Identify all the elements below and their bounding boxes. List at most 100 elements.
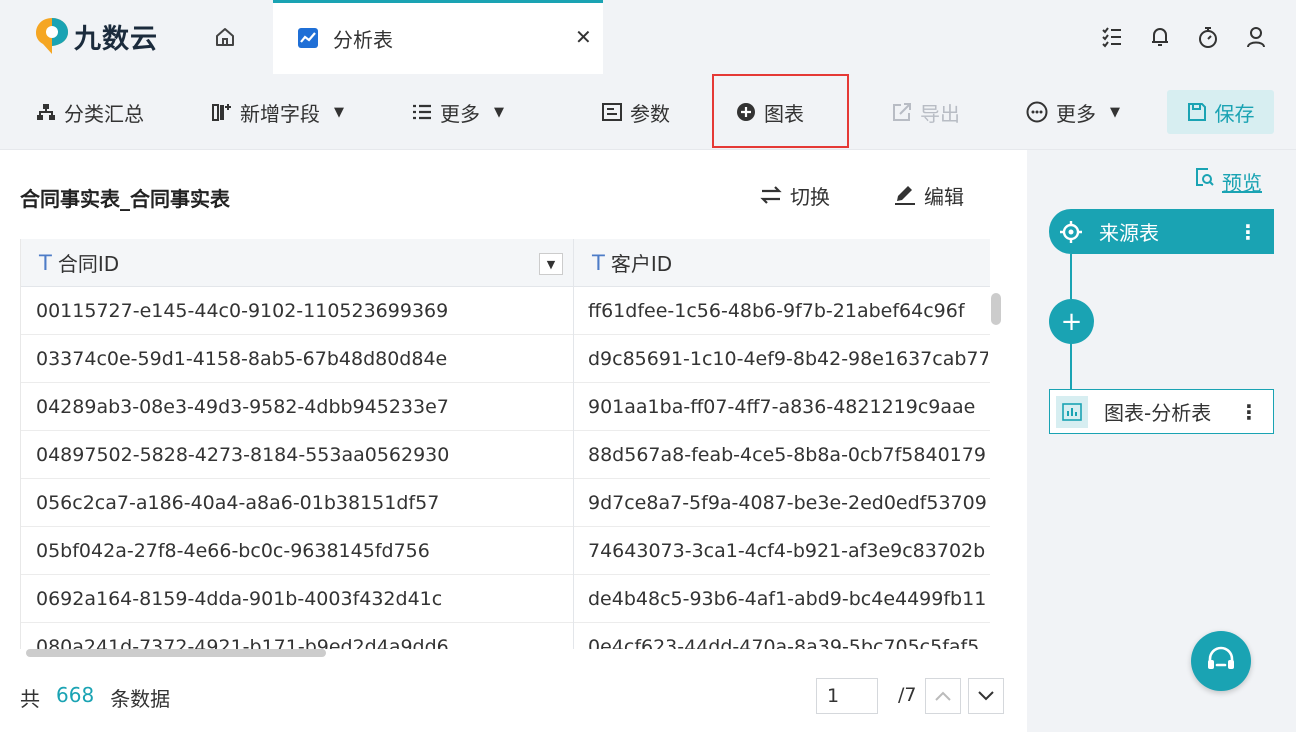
cell-contract-id: 04897502-5828-4273-8184-553aa0562930: [36, 444, 450, 466]
chevron-down-icon: ▼: [494, 104, 504, 120]
preview-link[interactable]: 预览: [1194, 167, 1262, 196]
export-label: 导出: [920, 101, 960, 126]
add-field-button[interactable]: 新增字段 ▼: [212, 74, 344, 150]
table-row[interactable]: 080a241d-7372-4921-b171-b9ed2d4a9dd6 0e4c…: [21, 623, 990, 649]
table-row[interactable]: 03374c0e-59d1-4158-8ab5-67b48d80d84e d9c8…: [21, 335, 990, 383]
params-label: 参数: [630, 101, 670, 126]
switch-button[interactable]: 切换: [760, 180, 830, 210]
tab-analysis[interactable]: 分析表 ✕: [273, 0, 603, 74]
edit-button[interactable]: 编辑: [894, 180, 964, 210]
add-field-label: 新增字段: [240, 101, 320, 126]
add-column-icon: [212, 104, 231, 121]
chevron-down-icon: ▼: [1110, 104, 1120, 120]
cell-customer-id: d9c85691-1c10-4ef9-8b42-98e1637cab77: [588, 348, 988, 370]
preview-icon: [1196, 168, 1214, 186]
headset-icon: [1208, 646, 1234, 669]
export-icon: [893, 103, 911, 121]
page-down-button[interactable]: [968, 678, 1004, 714]
chevron-down-icon: ▼: [334, 104, 344, 120]
source-table-node[interactable]: 来源表 ⋮: [1049, 209, 1274, 254]
user-icon[interactable]: [1241, 22, 1271, 52]
record-count: 共 668 条数据: [20, 683, 170, 712]
table-title: 合同事实表_合同事实表: [20, 187, 230, 211]
cell-customer-id: 901aa1ba-ff07-4ff7-a836-4821219c9aae: [588, 396, 976, 418]
column-dropdown-button[interactable]: ▼: [539, 253, 563, 275]
toolbar: 分类汇总 新增字段 ▼ 更多 ▼ 参数 图表 导出 更多 ▼ 保存: [0, 74, 1296, 150]
close-icon[interactable]: ✕: [575, 25, 592, 49]
brand-name: 九数云: [74, 23, 158, 55]
column-header-label: 客户ID: [610, 252, 673, 276]
bar-chart-icon: [1056, 395, 1088, 428]
node-menu-icon[interactable]: ⋮: [1239, 400, 1259, 424]
more-label: 更多: [440, 101, 480, 126]
cell-customer-id: 9d7ce8a7-5f9a-4087-be3e-2ed0edf53709: [588, 492, 987, 514]
text-type-icon: T: [39, 250, 52, 275]
plus-icon: +: [1060, 306, 1083, 337]
count-prefix: 共: [20, 687, 40, 711]
hierarchy-icon: [37, 104, 55, 120]
list-icon: [413, 104, 431, 120]
preview-label: 预览: [1222, 171, 1262, 195]
cell-contract-id: 05bf042a-27f8-4e66-bc0c-9638145fd756: [36, 540, 430, 562]
home-icon: [216, 28, 234, 46]
page-input[interactable]: 1: [816, 678, 878, 714]
node-menu-icon[interactable]: ⋮: [1238, 220, 1258, 244]
cell-contract-id: 03374c0e-59d1-4158-8ab5-67b48d80d84e: [36, 348, 448, 370]
switch-label: 切换: [790, 184, 830, 209]
cell-customer-id: 74643073-3ca1-4cf4-b921-af3e9c83702b: [588, 540, 986, 562]
cell-contract-id: 00115727-e145-44c0-9102-110523699369: [36, 300, 449, 322]
cell-contract-id: 04289ab3-08e3-49d3-9582-4dbb945233e7: [36, 396, 449, 418]
column-header-contract-id[interactable]: T 合同ID ▼: [21, 239, 573, 287]
chart-analysis-node[interactable]: 图表-分析表 ⋮: [1049, 389, 1274, 434]
table-row[interactable]: 04897502-5828-4273-8184-553aa0562930 88d5…: [21, 431, 990, 479]
more-options-button[interactable]: 更多 ▼: [1026, 74, 1120, 150]
table-row[interactable]: 05bf042a-27f8-4e66-bc0c-9638145fd756 7464…: [21, 527, 990, 575]
cell-contract-id: 080a241d-7372-4921-b171-b9ed2d4a9dd6: [36, 636, 449, 649]
count-suffix: 条数据: [110, 687, 171, 711]
vertical-scrollbar[interactable]: [991, 293, 1001, 325]
tab-label: 分析表: [333, 28, 393, 52]
page-total: /7: [898, 684, 917, 706]
horizontal-scrollbar[interactable]: [26, 649, 326, 657]
cell-customer-id: 88d567a8-feab-4ce5-8b8a-0cb7f5840179: [588, 444, 986, 466]
home-button[interactable]: [204, 16, 246, 58]
summary-button[interactable]: 分类汇总: [36, 74, 144, 150]
chart-line-icon: [297, 27, 319, 53]
summary-label: 分类汇总: [64, 101, 144, 126]
save-icon: [1187, 103, 1206, 121]
save-button[interactable]: 保存: [1167, 90, 1274, 134]
flow-connector: [1070, 343, 1072, 391]
support-chat-button[interactable]: [1191, 631, 1251, 691]
column-header-label: 合同ID: [57, 252, 120, 276]
table-row[interactable]: 0692a164-8159-4dda-901b-4003f432d41c de4b…: [21, 575, 990, 623]
text-type-icon: T: [592, 250, 605, 275]
edit-label: 编辑: [924, 184, 964, 209]
timer-icon[interactable]: [1193, 22, 1223, 52]
switch-icon: [760, 186, 782, 204]
chart-button[interactable]: 图表: [736, 74, 804, 150]
column-divider: [573, 239, 574, 649]
save-label: 保存: [1214, 101, 1255, 126]
table-row[interactable]: 056c2ca7-a186-40a4-a8a6-01b38151df57 9d7c…: [21, 479, 990, 527]
chart-node-label: 图表-分析表: [1104, 401, 1212, 425]
table-row[interactable]: 04289ab3-08e3-49d3-9582-4dbb945233e7 901a…: [21, 383, 990, 431]
chevron-down-icon: [978, 691, 994, 701]
add-step-button[interactable]: +: [1049, 299, 1094, 344]
more-menu-button[interactable]: 更多 ▼: [412, 74, 504, 150]
export-button[interactable]: 导出: [892, 74, 960, 150]
more-label: 更多: [1056, 101, 1096, 126]
params-button[interactable]: 参数: [602, 74, 670, 150]
logo-icon: [36, 18, 68, 54]
logo[interactable]: 九数云: [34, 14, 158, 58]
ellipsis-circle-icon: [1026, 101, 1048, 123]
cell-customer-id: 0e4cf623-44dd-470a-8a39-5bc705c5faf5: [588, 636, 980, 649]
chart-label: 图表: [764, 101, 804, 126]
column-header-customer-id[interactable]: T 客户ID: [574, 239, 990, 287]
task-list-icon[interactable]: [1097, 22, 1127, 52]
params-icon: [602, 103, 622, 121]
page-up-button[interactable]: [925, 678, 961, 714]
bell-icon[interactable]: [1145, 22, 1175, 52]
table-row[interactable]: 00115727-e145-44c0-9102-110523699369 ff61…: [21, 287, 990, 335]
source-node-label: 来源表: [1099, 221, 1159, 245]
chevron-up-icon: [935, 691, 951, 701]
